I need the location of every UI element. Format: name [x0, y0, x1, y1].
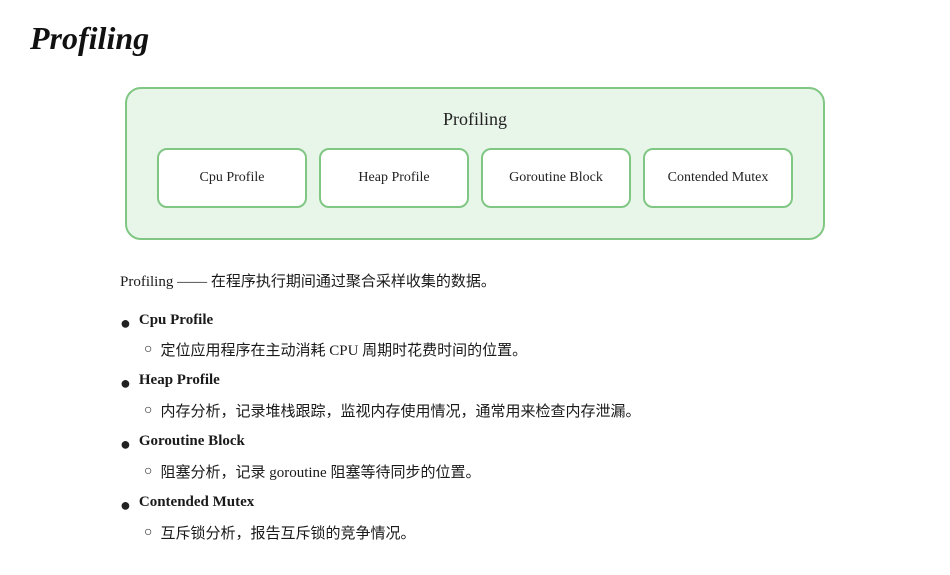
- list-item-goroutine: ● Goroutine Block ○ 阻塞分析，记录 goroutine 阻塞…: [120, 433, 850, 486]
- bullet-sub-mutex: ○ 互斥锁分析，报告互斥锁的竞争情况。: [120, 522, 850, 548]
- sub-circle-heap: ○: [144, 400, 152, 421]
- bullet-dot-cpu: ●: [120, 312, 131, 335]
- diagram-title: Profiling: [157, 109, 793, 130]
- heap-profile-desc: 内存分析，记录堆栈跟踪，监视内存使用情况，通常用来检查内存泄漏。: [160, 400, 640, 426]
- sub-circle-goroutine: ○: [144, 461, 152, 482]
- heap-profile-label: Heap Profile: [139, 372, 220, 389]
- goroutine-block-desc: 阻塞分析，记录 goroutine 阻塞等待同步的位置。: [160, 461, 480, 487]
- contended-mutex-box: Contended Mutex: [643, 148, 793, 208]
- bullet-dot-heap: ●: [120, 372, 131, 395]
- bullet-dot-goroutine: ●: [120, 433, 131, 456]
- bullet-main-cpu: ● Cpu Profile: [120, 312, 850, 335]
- goroutine-block-box: Goroutine Block: [481, 148, 631, 208]
- cpu-profile-desc: 定位应用程序在主动消耗 CPU 周期时花费时间的位置。: [160, 339, 527, 365]
- sub-circle-mutex: ○: [144, 522, 152, 543]
- intro-text: Profiling —— 在程序执行期间通过聚合采样收集的数据。: [120, 270, 850, 296]
- list-item-heap: ● Heap Profile ○ 内存分析，记录堆栈跟踪，监视内存使用情况，通常…: [120, 372, 850, 425]
- bullet-main-heap: ● Heap Profile: [120, 372, 850, 395]
- cpu-profile-label: Cpu Profile: [139, 312, 213, 329]
- bullet-main-mutex: ● Contended Mutex: [120, 494, 850, 517]
- diagram-boxes: Cpu Profile Heap Profile Goroutine Block…: [157, 148, 793, 208]
- bullet-sub-goroutine: ○ 阻塞分析，记录 goroutine 阻塞等待同步的位置。: [120, 461, 850, 487]
- heap-profile-box: Heap Profile: [319, 148, 469, 208]
- sub-circle-cpu: ○: [144, 339, 152, 360]
- goroutine-block-label: Goroutine Block: [139, 433, 245, 450]
- bullet-sub-heap: ○ 内存分析，记录堆栈跟踪，监视内存使用情况，通常用来检查内存泄漏。: [120, 400, 850, 426]
- content-section: Profiling —— 在程序执行期间通过聚合采样收集的数据。 ● Cpu P…: [100, 270, 850, 547]
- list-item-mutex: ● Contended Mutex ○ 互斥锁分析，报告互斥锁的竞争情况。: [120, 494, 850, 547]
- list-item-cpu: ● Cpu Profile ○ 定位应用程序在主动消耗 CPU 周期时花费时间的…: [120, 312, 850, 365]
- bullet-sub-cpu: ○ 定位应用程序在主动消耗 CPU 周期时花费时间的位置。: [120, 339, 850, 365]
- bullet-dot-mutex: ●: [120, 494, 131, 517]
- cpu-profile-box: Cpu Profile: [157, 148, 307, 208]
- bullet-list: ● Cpu Profile ○ 定位应用程序在主动消耗 CPU 周期时花费时间的…: [120, 312, 850, 548]
- bullet-main-goroutine: ● Goroutine Block: [120, 433, 850, 456]
- contended-mutex-label: Contended Mutex: [139, 494, 254, 511]
- contended-mutex-desc: 互斥锁分析，报告互斥锁的竞争情况。: [160, 522, 415, 548]
- page-title: Profiling: [30, 20, 920, 57]
- diagram-container: Profiling Cpu Profile Heap Profile Gorou…: [125, 87, 825, 240]
